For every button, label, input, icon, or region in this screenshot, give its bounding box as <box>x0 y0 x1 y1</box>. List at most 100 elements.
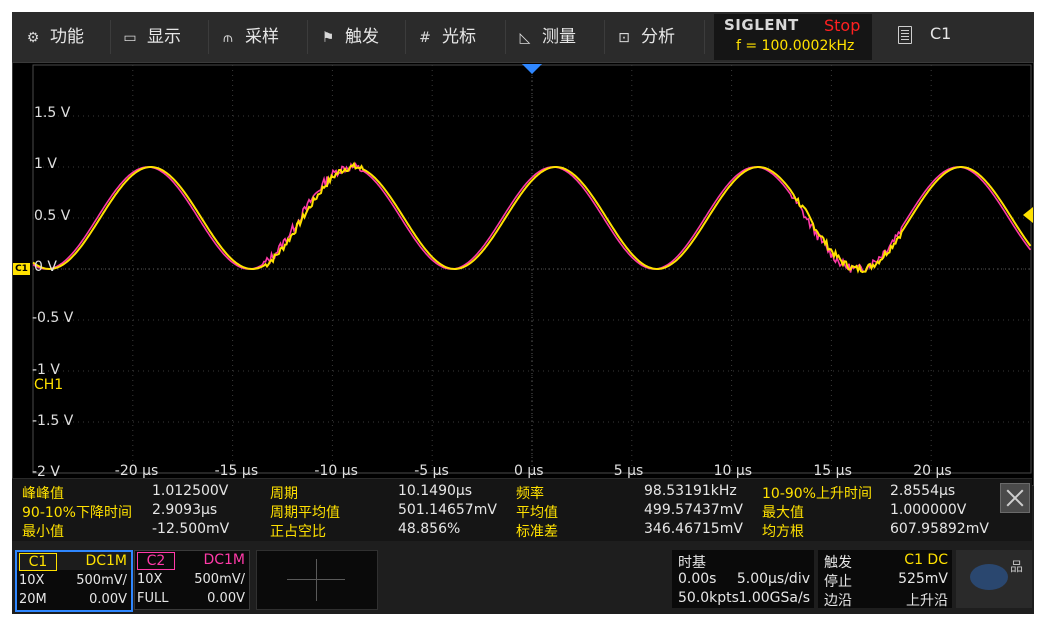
y-axis-label: -1.5 V <box>32 412 74 429</box>
channel-1-coupling: DC1M <box>85 553 127 569</box>
measure-name: 最小值 <box>22 524 64 540</box>
monitor-icon: ▭ <box>123 30 137 46</box>
measure-name: 峰峰值 <box>22 486 64 502</box>
trigger-level: 525mV <box>898 571 948 587</box>
channel-1-bandwidth: 20M <box>19 592 47 607</box>
measure-value: 499.57437mV <box>644 502 743 518</box>
menu-bar: ⚙ 功能 ▭ 显示 ⫙ 采样 ⚑ 触发 # 光标 ◺ 测量 ⊡ 分析 SIGLENT Stop <box>12 12 1034 62</box>
trigger-source: C1 DC <box>904 552 948 568</box>
oscilloscope-screen: ⚙ 功能 ▭ 显示 ⫙ 采样 ⚑ 触发 # 光标 ◺ 测量 ⊡ 分析 SIGLENT Stop <box>12 12 1034 614</box>
timebase-title: 时基 <box>678 555 706 571</box>
x-axis-label: -15 µs <box>214 463 259 479</box>
menu-trigger[interactable]: ⚑ 触发 <box>317 12 379 62</box>
add-channel-button[interactable] <box>256 550 378 610</box>
channel-2-box[interactable]: C2 DC1M 10X 500mV/ FULL 0.00V <box>134 550 250 610</box>
measure-value: 501.14657mV <box>398 502 497 518</box>
trigger-title: 触发 <box>824 555 852 571</box>
measure-value: 607.95892mV <box>890 521 989 537</box>
timebase-delay: 0.00s <box>678 571 717 587</box>
measure-value: -12.500mV <box>152 521 230 537</box>
x-axis-label: -5 µs <box>414 463 449 479</box>
trigger-slope: 上升沿 <box>906 593 948 609</box>
x-axis-label: 10 µs <box>713 463 753 479</box>
menu-acquire-label: 采样 <box>245 27 279 47</box>
trigger-position-marker[interactable] <box>522 64 542 74</box>
measure-name: 周期 <box>270 486 298 502</box>
active-channel[interactable]: C1 <box>930 24 951 43</box>
measure-name: 最大值 <box>762 505 804 521</box>
measure-icon: ◺ <box>519 30 531 46</box>
measure-name: 均方根 <box>762 524 804 540</box>
x-axis-label: 15 µs <box>813 463 852 479</box>
channel-1-probe: 10X <box>19 573 45 588</box>
menu-measure[interactable]: ◺ 测量 <box>514 12 576 62</box>
cursor-grid-icon: # <box>419 30 431 46</box>
channel-1-box[interactable]: C1 DC1M 10X 500mV/ 20M 0.00V <box>15 550 133 612</box>
y-axis-label: 1.5 V <box>34 105 71 121</box>
trigger-state: 停止 <box>824 574 852 590</box>
waveform-grid <box>32 64 1032 474</box>
brand-status-box[interactable]: SIGLENT Stop f = 100.0002kHz <box>714 14 872 60</box>
measure-value: 2.9093µs <box>152 502 218 518</box>
menu-cursor[interactable]: # 光标 <box>414 12 476 62</box>
measure-name: 周期平均值 <box>270 505 340 521</box>
menu-measure-label: 测量 <box>542 27 576 47</box>
timebase-scale: 5.00µs/div <box>736 571 810 587</box>
measure-name: 标准差 <box>516 524 558 540</box>
menu-function[interactable]: ⚙ 功能 <box>22 12 84 62</box>
channel-2-scale: 500mV/ <box>194 572 245 587</box>
menu-analyze[interactable]: ⊡ 分析 <box>613 12 675 62</box>
measure-name: 正占空比 <box>270 524 326 540</box>
document-icon[interactable] <box>898 26 912 44</box>
channel-2-coupling: DC1M <box>203 552 245 568</box>
measure-value: 10.1490µs <box>398 483 473 499</box>
measure-value: 346.46715mV <box>644 521 743 537</box>
channel-1-name: C1 <box>19 553 57 571</box>
y-axis-label: -1 V <box>32 361 60 378</box>
menu-display[interactable]: ▭ 显示 <box>119 12 181 62</box>
frequency-counter: f = 100.0002kHz <box>736 38 855 54</box>
sample-rate: 1.00GSa/s <box>738 590 811 606</box>
x-axis-label: -10 µs <box>314 463 358 479</box>
x-axis-label: -20 µs <box>114 463 159 479</box>
measure-value: 98.53191kHz <box>644 483 737 499</box>
channel-1-offset: 0.00V <box>89 592 127 607</box>
menu-acquire[interactable]: ⫙ 采样 <box>217 12 279 62</box>
trigger-box[interactable]: 触发 C1 DC 停止 525mV 边沿 上升沿 <box>818 550 952 609</box>
sample-icon: ⫙ <box>223 30 233 46</box>
run-state[interactable]: Stop <box>824 16 860 35</box>
menu-analyze-label: 分析 <box>641 27 675 47</box>
status-bar: C1 DC1M 10X 500mV/ 20M 0.00V C2 DC1M 10X… <box>12 546 1034 614</box>
measurement-panel: 峰峰值 1.012500V 周期 10.1490µs 频率 98.53191kH… <box>12 478 1032 541</box>
menu-cursor-label: 光标 <box>442 27 476 47</box>
close-icon[interactable] <box>1000 483 1030 513</box>
flag-icon: ⚑ <box>321 30 335 46</box>
x-axis-label: 20 µs <box>913 463 952 479</box>
menu-function-label: 功能 <box>50 27 84 47</box>
channel-2-bandwidth: FULL <box>137 591 169 606</box>
timebase-box[interactable]: 时基 0.00s 5.00µs/div 50.0kpts 1.00GSa/s <box>672 550 814 608</box>
waveform-display[interactable]: 1.5 V1 V 0.5 V0 V -0.5 V -1 V -1.5 V -2 V -20… <box>12 62 1034 486</box>
gear-icon: ⚙ <box>26 30 40 46</box>
measure-value: 48.856% <box>398 521 461 537</box>
network-icon[interactable]: 品 <box>956 550 1032 608</box>
measure-name: 频率 <box>516 486 544 502</box>
y-axis-label: 0.5 V <box>34 207 71 224</box>
measure-value: 1.012500V <box>152 483 229 499</box>
menu-trigger-label: 触发 <box>345 27 379 47</box>
x-axis-label: 0 µs <box>514 463 544 479</box>
measure-name: 平均值 <box>516 505 558 521</box>
channel-2-name: C2 <box>137 552 175 570</box>
measure-value: 2.8554µs <box>890 483 956 499</box>
channel-1-scale: 500mV/ <box>76 573 127 588</box>
c1-offset-marker[interactable]: C1 <box>13 263 30 275</box>
brand-logo: SIGLENT <box>724 16 799 34</box>
measure-value: 1.000000V <box>890 502 967 518</box>
trigger-type: 边沿 <box>824 593 852 609</box>
measure-name: 90-10%下降时间 <box>22 505 132 521</box>
y-axis-label: -0.5 V <box>32 310 74 327</box>
channel-label: CH1 <box>34 377 64 393</box>
trigger-level-marker[interactable] <box>1023 207 1033 223</box>
memory-depth: 50.0kpts <box>678 590 739 606</box>
analyze-icon: ⊡ <box>618 30 630 46</box>
